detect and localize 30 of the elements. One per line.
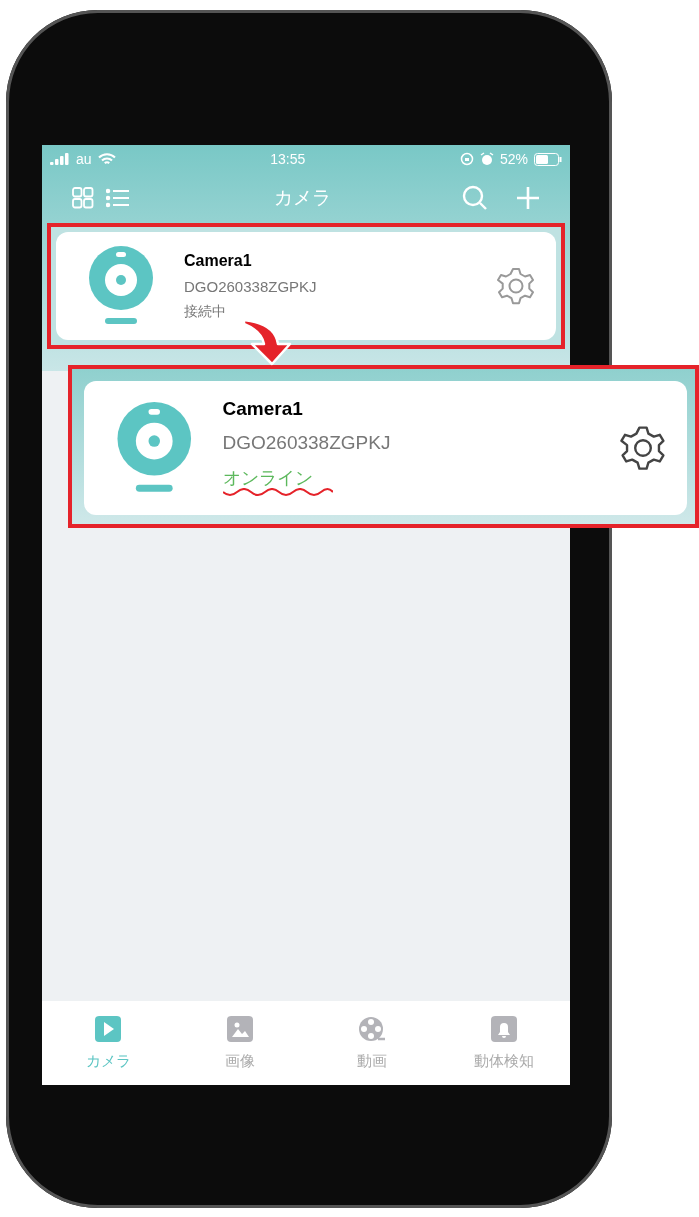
connection-status: オンライン	[222, 468, 313, 488]
serial-number: DGO260338ZGPKJ	[222, 432, 392, 454]
add-icon[interactable]	[516, 186, 540, 210]
film-reel-icon	[358, 1015, 386, 1042]
tab-bar-item[interactable]: 動画	[306, 1001, 438, 1085]
image-icon	[227, 1015, 253, 1042]
rotation-lock-icon	[459, 152, 474, 166]
signal-icon	[50, 153, 70, 165]
clock-text: 13:55	[270, 151, 306, 167]
screen-title: カメラ	[272, 186, 332, 210]
grid-view-icon[interactable]	[72, 187, 94, 209]
tab-bar-item[interactable]: 画像	[174, 1001, 306, 1085]
list-view-icon[interactable]	[106, 188, 130, 208]
tab-bar-item[interactable]: 動体検知	[438, 1001, 570, 1085]
connection-status: 接続中	[184, 302, 227, 321]
search-icon[interactable]	[462, 185, 488, 211]
battery-text: 52%	[499, 151, 528, 167]
wifi-icon	[97, 152, 116, 166]
tab-bar-item[interactable]: カメラ	[42, 1001, 174, 1085]
bell-icon	[491, 1015, 517, 1042]
play-icon	[95, 1015, 121, 1042]
alarm-icon	[479, 152, 494, 166]
serial-number: DGO260338ZGPKJ	[184, 277, 318, 295]
camera-icon	[86, 246, 156, 326]
camera-card[interactable]: Camera1 DGO260338ZGPKJ 接続中	[56, 232, 556, 340]
camera-name: Camera1	[184, 251, 253, 270]
camera-name: Camera1	[222, 398, 304, 420]
battery-icon	[534, 152, 562, 166]
carrier-text: au	[76, 151, 92, 167]
settings-icon[interactable]	[619, 424, 667, 472]
